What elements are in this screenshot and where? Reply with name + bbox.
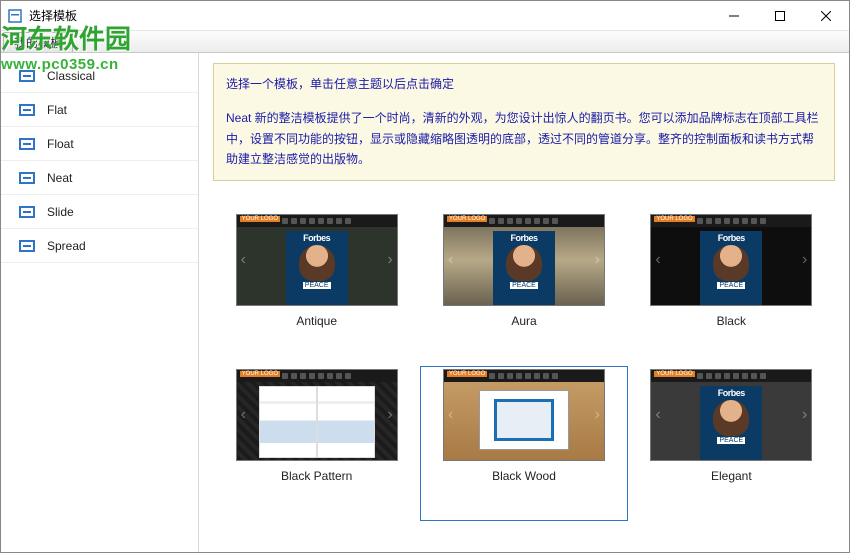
minimize-button[interactable] [711,1,757,31]
sidebar-item-label: Flat [47,103,67,117]
thumbnail-logo: YOUR LOGO [654,216,694,222]
theme-card-black[interactable]: YOUR LOGO ForbesPEACE ‹ › Black [628,211,835,366]
theme-label: Aura [511,314,536,328]
close-button[interactable] [803,1,849,31]
thumbnail-logo: YOUR LOGO [240,371,280,377]
prev-arrow-icon: ‹ [448,251,453,269]
theme-thumbnail: YOUR LOGO ‹ › [443,369,605,461]
theme-thumbnail: YOUR LOGO ForbesPEACE ‹ › [443,214,605,306]
theme-thumbnail: YOUR LOGO ForbesPEACE ‹ › [650,369,812,461]
thumbnail-logo: YOUR LOGO [447,371,487,377]
template-icon [19,172,35,184]
sidebar-item-label: Neat [47,171,72,185]
theme-card-pattern[interactable]: YOUR LOGO ‹ › Black Pattern [213,366,420,521]
template-category-list: Classical Flat Float Neat Slide Spread [1,53,199,552]
template-icon [19,70,35,82]
thumbnail-logo: YOUR LOGO [654,371,694,377]
tab-strip: 我的模板 [1,31,849,53]
prev-arrow-icon: ‹ [655,406,660,424]
description-body: Neat 新的整洁模板提供了一个时尚，清新的外观，为您设计出惊人的翻页书。您可以… [226,108,822,169]
next-arrow-icon: › [802,406,807,424]
next-arrow-icon: › [387,251,392,269]
template-icon [19,104,35,116]
template-icon [19,240,35,252]
next-arrow-icon: › [595,251,600,269]
theme-card-aura[interactable]: YOUR LOGO ForbesPEACE ‹ › Aura [420,211,627,366]
prev-arrow-icon: ‹ [655,251,660,269]
dialog-window: 选择模板 河东软件园 www.pc0359.cn 我的模板 Classical … [0,0,850,553]
next-arrow-icon: › [595,406,600,424]
sidebar-item-label: Float [47,137,74,151]
theme-thumbnail: YOUR LOGO ‹ › [236,369,398,461]
prev-arrow-icon: ‹ [241,406,246,424]
theme-label: Antique [296,314,337,328]
tab-my-templates[interactable]: 我的模板 [3,32,73,52]
monitor-preview [479,390,569,450]
thumbnail-logo: YOUR LOGO [240,216,280,222]
next-arrow-icon: › [802,251,807,269]
sidebar-item-slide[interactable]: Slide [1,195,198,229]
window-title: 选择模板 [29,7,77,24]
app-icon [7,8,23,24]
theme-thumbnail: YOUR LOGO ForbesPEACE ‹ › [236,214,398,306]
prev-arrow-icon: ‹ [448,406,453,424]
magazine-cover: ForbesPEACE [700,386,762,460]
magazine-cover: ForbesPEACE [700,231,762,305]
dialog-body: Classical Flat Float Neat Slide Spread [1,53,849,552]
theme-grid: YOUR LOGO ForbesPEACE ‹ › Antique YOUR LOGO Fo… [213,181,835,552]
description-panel: 选择一个模板，单击任意主题以后点击确定 Neat 新的整洁模板提供了一个时尚，清… [213,63,835,181]
thumbnail-logo: YOUR LOGO [447,216,487,222]
main-panel: 选择一个模板，单击任意主题以后点击确定 Neat 新的整洁模板提供了一个时尚，清… [199,53,849,552]
sidebar-item-flat[interactable]: Flat [1,93,198,127]
sidebar-item-spread[interactable]: Spread [1,229,198,263]
theme-label: Black [717,314,746,328]
next-arrow-icon: › [387,406,392,424]
template-icon [19,206,35,218]
sidebar-item-label: Spread [47,239,86,253]
description-title: 选择一个模板，单击任意主题以后点击确定 [226,74,822,94]
theme-thumbnail: YOUR LOGO ForbesPEACE ‹ › [650,214,812,306]
magazine-cover: ForbesPEACE [286,231,348,305]
sidebar-item-label: Classical [47,69,95,83]
maximize-button[interactable] [757,1,803,31]
theme-card-antique[interactable]: YOUR LOGO ForbesPEACE ‹ › Antique [213,211,420,366]
magazine-cover: ForbesPEACE [493,231,555,305]
titlebar[interactable]: 选择模板 [1,1,849,31]
theme-card-wood[interactable]: YOUR LOGO ‹ › Black Wood [420,366,627,521]
sidebar-item-label: Slide [47,205,74,219]
theme-label: Elegant [711,469,752,483]
sidebar-item-neat[interactable]: Neat [1,161,198,195]
prev-arrow-icon: ‹ [241,251,246,269]
open-book [259,386,375,458]
theme-label: Black Pattern [281,469,352,483]
theme-card-elegant[interactable]: YOUR LOGO ForbesPEACE ‹ › Elegant [628,366,835,521]
sidebar-item-float[interactable]: Float [1,127,198,161]
theme-label: Black Wood [492,469,556,483]
sidebar-item-classical[interactable]: Classical [1,59,198,93]
template-icon [19,138,35,150]
